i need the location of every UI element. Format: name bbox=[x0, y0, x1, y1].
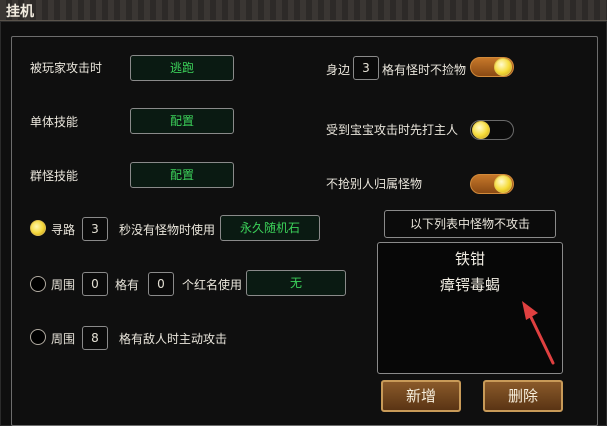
group-skill-config-button[interactable]: 配置 bbox=[130, 162, 234, 188]
title-bar: 挂机 bbox=[0, 0, 607, 21]
pk-response-button[interactable]: 逃跑 bbox=[130, 55, 234, 81]
path-item-button[interactable]: 永久随机石 bbox=[220, 215, 320, 241]
around-red-label: 周围 bbox=[51, 278, 76, 292]
nearby-label: 身边 bbox=[326, 63, 351, 77]
toggle-knob bbox=[494, 175, 512, 193]
pet-attack-owner-toggle[interactable] bbox=[470, 120, 514, 140]
pk-response-label: 被玩家攻击时 bbox=[30, 61, 103, 75]
nearby-no-pickup-toggle[interactable] bbox=[470, 57, 514, 77]
nearby-grid-input[interactable]: 3 bbox=[353, 56, 379, 80]
around-enemy-grid-input[interactable]: 8 bbox=[82, 326, 108, 350]
around-red-count-input[interactable]: 0 bbox=[148, 272, 174, 296]
nearby-desc-label: 格有怪时不捡物 bbox=[382, 63, 467, 77]
no-steal-toggle[interactable] bbox=[470, 174, 514, 194]
around-enemy-radio[interactable] bbox=[30, 329, 46, 345]
toggle-knob bbox=[494, 58, 512, 76]
ignore-list-header-button[interactable]: 以下列表中怪物不攻击 bbox=[384, 210, 556, 238]
pet-attack-label: 受到宝宝攻击时先打主人 bbox=[326, 123, 459, 137]
path-radio[interactable] bbox=[30, 220, 46, 236]
path-desc-label: 秒没有怪物时使用 bbox=[119, 223, 216, 237]
red-arrow-annotation bbox=[522, 301, 555, 365]
around-enemy-desc-label: 格有敌人时主动攻击 bbox=[119, 332, 228, 346]
around-red-radio[interactable] bbox=[30, 276, 46, 292]
around-enemy-label: 周围 bbox=[51, 332, 76, 346]
toggle-knob bbox=[472, 121, 490, 139]
around-red-desc-label: 个红名使用 bbox=[182, 278, 243, 292]
window-title: 挂机 bbox=[6, 4, 34, 20]
group-skill-label: 群怪技能 bbox=[30, 169, 79, 183]
no-steal-label: 不抢别人归属怪物 bbox=[326, 177, 423, 191]
around-red-item-button[interactable]: 无 bbox=[246, 270, 346, 296]
single-skill-label: 单体技能 bbox=[30, 115, 79, 129]
around-red-grid-input[interactable]: 0 bbox=[82, 272, 108, 296]
delete-button[interactable]: 删除 bbox=[483, 380, 563, 412]
path-label: 寻路 bbox=[51, 223, 76, 237]
single-skill-config-button[interactable]: 配置 bbox=[130, 108, 234, 134]
around-red-has-label: 格有 bbox=[115, 278, 140, 292]
add-button[interactable]: 新增 bbox=[381, 380, 461, 412]
path-seconds-input[interactable]: 3 bbox=[82, 217, 108, 241]
ignore-monster-list[interactable]: 铁钳 瘴锷毒蝎 bbox=[377, 242, 563, 374]
